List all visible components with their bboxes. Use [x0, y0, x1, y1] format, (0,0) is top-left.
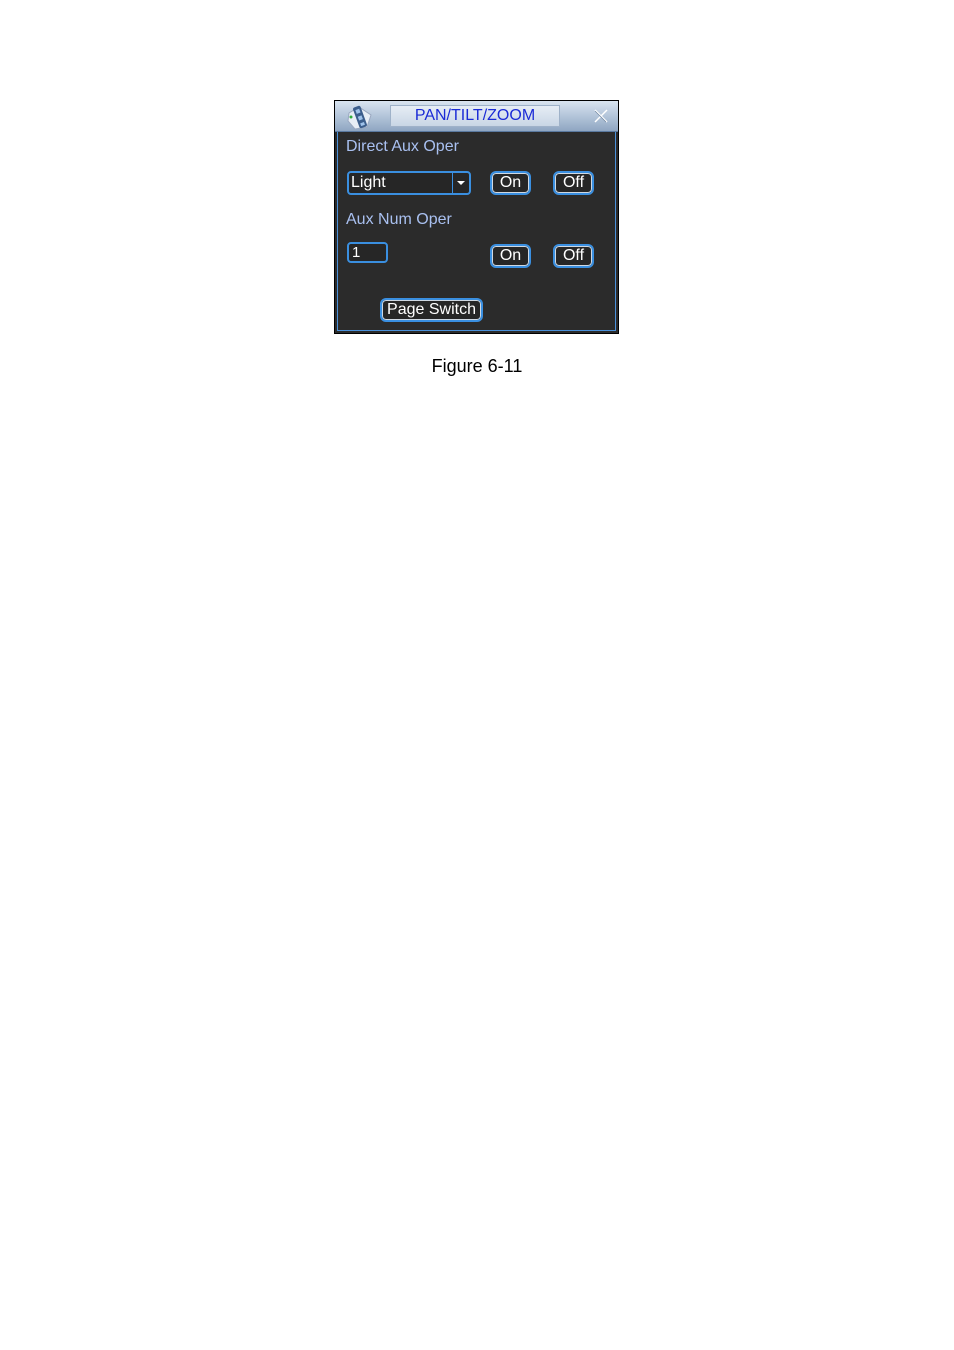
dialog-body: Direct Aux Oper Light On Off Aux Num Ope…	[337, 132, 616, 331]
aux-num-on-button[interactable]: On	[490, 244, 531, 268]
dialog-title: PAN/TILT/ZOOM	[390, 105, 560, 127]
direct-aux-on-button[interactable]: On	[490, 171, 531, 195]
direct-aux-select[interactable]: Light	[347, 171, 471, 195]
aux-num-off-button[interactable]: Off	[553, 244, 594, 268]
direct-aux-off-button[interactable]: Off	[553, 171, 594, 195]
ptz-camera-icon	[345, 103, 375, 131]
ptz-dialog: PAN/TILT/ZOOM Direct Aux Oper Light On O…	[334, 100, 619, 334]
chevron-down-icon[interactable]	[452, 173, 469, 193]
direct-aux-oper-label: Direct Aux Oper	[346, 138, 459, 155]
figure-caption: Figure 6-11	[431, 356, 523, 376]
aux-num-oper-label: Aux Num Oper	[346, 211, 452, 228]
title-bar[interactable]: PAN/TILT/ZOOM	[335, 101, 618, 132]
direct-aux-select-value: Light	[351, 174, 386, 191]
close-icon[interactable]	[592, 107, 610, 125]
page-switch-button[interactable]: Page Switch	[380, 298, 483, 322]
aux-num-input[interactable]: 1	[347, 242, 388, 263]
